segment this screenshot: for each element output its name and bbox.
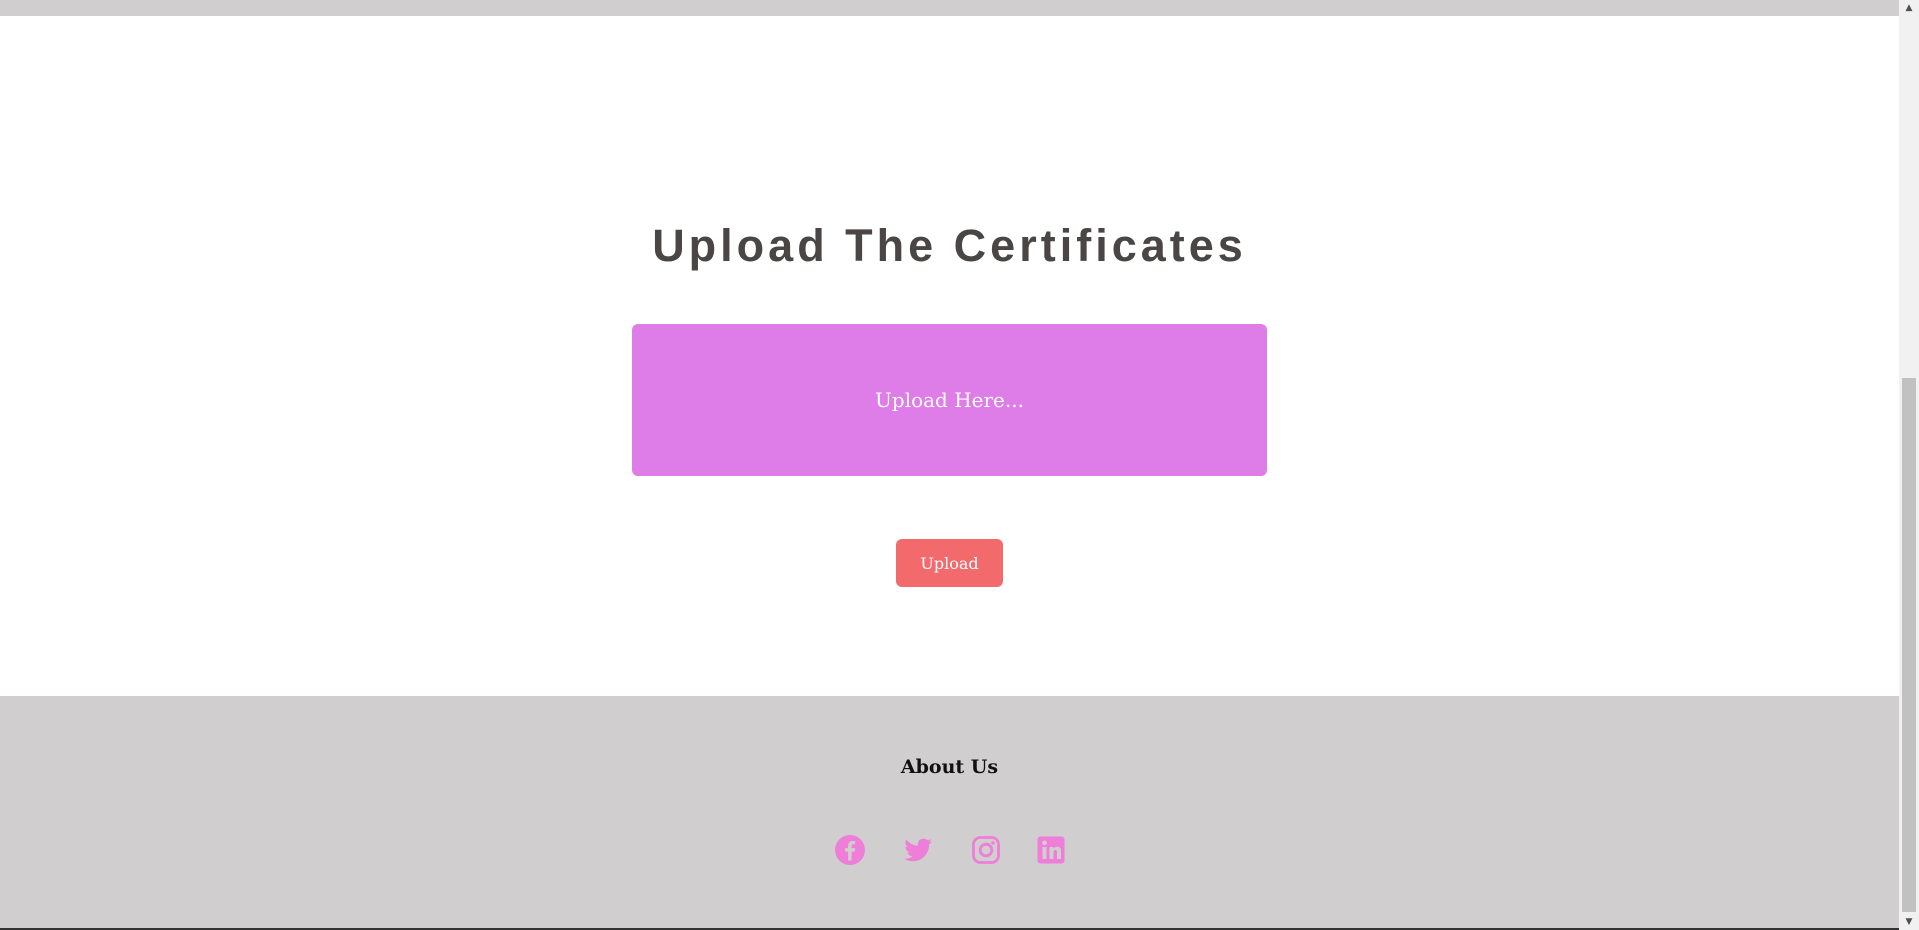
facebook-icon[interactable] [834, 834, 866, 866]
viewport: Upload The Certificates Upload Here... U… [0, 0, 1899, 930]
upload-button[interactable]: Upload [896, 539, 1003, 587]
instagram-icon[interactable] [970, 834, 1002, 866]
social-links [0, 834, 1899, 868]
footer-heading: About Us [900, 756, 999, 778]
upload-drop-area[interactable]: Upload Here... [632, 324, 1267, 476]
scroll-down-arrow-icon[interactable]: ▼ [1899, 914, 1919, 930]
header-bottom-edge [0, 0, 1899, 16]
scroll-up-arrow-icon[interactable]: ▲ [1899, 0, 1919, 16]
upload-section: Upload The Certificates Upload Here... U… [0, 16, 1899, 696]
page-title: Upload The Certificates [652, 220, 1247, 271]
twitter-icon[interactable] [902, 834, 934, 866]
linkedin-icon[interactable] [1035, 834, 1067, 866]
upload-drop-area-label: Upload Here... [875, 388, 1024, 412]
footer: About Us [0, 696, 1899, 930]
scrollbar-thumb[interactable] [1902, 378, 1916, 912]
page: Upload The Certificates Upload Here... U… [0, 0, 1919, 930]
vertical-scrollbar[interactable]: ▲ ▼ [1899, 0, 1919, 930]
